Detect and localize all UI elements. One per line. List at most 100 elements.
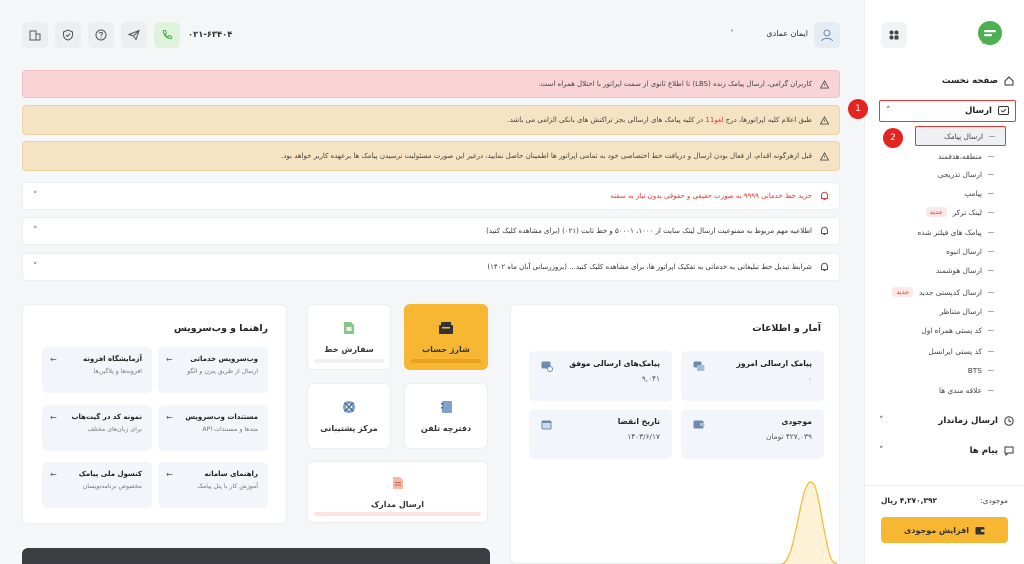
apps-grid-button[interactable] (881, 22, 907, 48)
chevron-down-icon: ˅ (879, 446, 884, 456)
sidebar-subitem[interactable]: لینک ترکر جدید (879, 204, 994, 220)
sidebar-subitem-label: ارسال کدپستی جدید (919, 287, 982, 297)
chevron-down-icon: ˅ (33, 191, 38, 201)
chat-bubbles-icon (693, 361, 705, 372)
guide-item-title: کنسول ملی پیامک (78, 470, 142, 478)
tile-label: ارسال مدارک (370, 499, 425, 509)
arrow-left-icon: ← (166, 470, 173, 479)
guide-item-system-guide[interactable]: راهنمای سامانه آموزش کار با پنل پیامک ← (158, 462, 268, 508)
support-icon (342, 400, 356, 414)
sidebar-subitem-label: منطقه،هدفمند (937, 151, 982, 161)
alert-text: کاربران گرامی، ارسال پیامک زنده (LBS) تا… (538, 80, 812, 88)
new-badge: جدید (892, 287, 914, 297)
tile-charge-account[interactable]: شارژ حساب (404, 304, 488, 370)
user-icon (820, 28, 834, 42)
logo-icon[interactable] (976, 20, 1004, 48)
chat-icon (1004, 446, 1014, 456)
guide-item-desc: ارسال از طریق پترن و الگو (187, 368, 258, 375)
guide-item-title: آزمایشگاه افزونه (83, 355, 142, 363)
stats-chart-curve (780, 481, 838, 564)
topup-button[interactable]: افزایش موجودی (881, 517, 1008, 543)
nav-messages[interactable]: پیام ها ˅ (879, 440, 1014, 462)
sidebar-subitem[interactable]: منطقه،هدفمند (879, 148, 994, 164)
sidebar-subitem[interactable]: پیامک های فیلتر شده (879, 224, 994, 240)
wallet-icon (693, 419, 705, 430)
chevron-down-icon: ˅ (33, 226, 38, 236)
sidebar-subitem[interactable]: ارسال هوشمند (879, 262, 994, 278)
phone-icon (161, 29, 173, 41)
message-check-icon (541, 361, 553, 372)
security-button[interactable] (55, 22, 81, 48)
sidebar-subitem[interactable]: ارسال انبوه (879, 243, 994, 259)
arrow-left-icon: ← (50, 470, 57, 479)
new-badge: جدید (925, 207, 947, 217)
document-icon (392, 476, 404, 490)
alert-dedicated-line: قبل ازهرگونه اقدام، از فعال بودن ارسال و… (22, 141, 840, 171)
avatar[interactable] (814, 22, 840, 48)
announcement-text: شرایط تبدیل خط تبلیغاتی به خدماتی به تفک… (487, 263, 812, 271)
sidebar-subitem-label: پیامپ (964, 188, 982, 198)
sidebar-subitem[interactable]: ارسال متناظر (879, 303, 994, 319)
guide-item-github-samples[interactable]: نمونه کد در گیت‌هاب برای زبان‌های مختلف ← (42, 405, 152, 451)
nav-home[interactable]: صفحه نخست (879, 70, 1014, 92)
announcement-item[interactable]: اطلاعیه مهم مربوط به ممنوعیت ارسال لینک … (22, 217, 840, 245)
warning-icon (820, 79, 829, 89)
sidebar-subitem[interactable]: ارسال کدپستی جدید جدید (879, 284, 994, 300)
balance-label: موجودی: (980, 496, 1008, 505)
guide-item-api-docs[interactable]: مستندات وب‌سرویس متدها و مستندات API ← (158, 405, 268, 451)
arrow-left-icon: ← (166, 355, 173, 364)
tile-progress (411, 359, 481, 363)
sidebar-subitem[interactable]: کد پستی ایرانسل (879, 343, 994, 359)
sidebar-subitem[interactable]: BTS (879, 362, 994, 378)
company-button[interactable] (22, 22, 48, 48)
stat-label: پیامک‌های ارسالی موفق (569, 359, 660, 368)
sim-card-icon (343, 321, 355, 335)
sidebar-subitem-label: ارسال پیامک (944, 131, 983, 141)
user-name[interactable]: ایمان عمادی (734, 29, 808, 38)
guide-item-title: وب‌سرویس خدماتی (190, 355, 258, 363)
guide-item-desc: آموزش کار با پنل پیامک (197, 483, 258, 490)
sidebar-subitem-label: ارسال انبوه (946, 246, 982, 256)
sidebar-subitem[interactable]: علاقه مندی ها (879, 382, 994, 398)
sidebar-subitem[interactable]: ارسال تدریجی (879, 166, 994, 182)
guide-item-title: مستندات وب‌سرویس (185, 413, 258, 421)
send-icon (998, 106, 1009, 116)
guide-item-service-webservice[interactable]: وب‌سرویس خدماتی ارسال از طریق پترن و الگو… (158, 347, 268, 393)
nav-send[interactable]: ارسال ˄ (879, 100, 1016, 122)
tile-order-line[interactable]: سفارش خط (307, 304, 391, 370)
step-marker-1: 1 (848, 99, 868, 119)
top-header: ۰۲۱-۶۳۴۰۴ ˅ ایمان عمادی (0, 0, 864, 64)
help-icon (95, 29, 107, 41)
announcement-text: خرید خط خدماتی ۹۹۹۹ به صورت حقیقی و حقوق… (610, 192, 812, 200)
dark-panel (22, 548, 490, 564)
sidebar-subitem[interactable]: ارسال پیامک (915, 126, 1006, 146)
guide-item-national-console[interactable]: کنسول ملی پیامک مخصوص برنامه‌نویسان ← (42, 462, 152, 508)
tile-progress (314, 512, 481, 516)
stat-value: ۱۴۰۳/۶/۱۷ (627, 432, 660, 441)
announcement-item[interactable]: خرید خط خدماتی ۹۹۹۹ به صورت حقیقی و حقوق… (22, 182, 840, 210)
announcement-item[interactable]: شرایط تبدیل خط تبلیغاتی به خدماتی به تفک… (22, 253, 840, 281)
nav-send-label: ارسال (964, 106, 992, 116)
nav-timed-send[interactable]: ارسال زماندار ˅ (879, 410, 1014, 432)
stat-today-sent: پیامک ارسالی امروز ۰ (681, 351, 824, 401)
tile-phonebook[interactable]: دفترچه تلفن (404, 383, 488, 449)
calendar-icon (541, 419, 552, 430)
tile-support-center[interactable]: مرکز پشتیبانی (307, 383, 391, 449)
sidebar-subitem[interactable]: پیامپ (879, 185, 994, 201)
guide-item-plugin-lab[interactable]: آزمایشگاه افزونه افزونه‌ها و پلاگین‌ها ← (42, 347, 152, 393)
wallet-icon (975, 526, 985, 535)
stat-value: ۹,۰۴۱ (641, 374, 660, 383)
telegram-button[interactable] (121, 22, 147, 48)
register-icon (438, 321, 454, 335)
sidebar-subitem[interactable]: کد پستی همراه اول (879, 322, 994, 338)
tile-send-documents[interactable]: ارسال مدارک (307, 461, 488, 523)
sidebar-subitem-label: لینک ترکر (952, 207, 982, 217)
paper-plane-icon (128, 29, 140, 41)
alert-text: طبق اعلام کلیه اپراتورها، درج لغو11 در ک… (507, 116, 812, 124)
stats-card: آمار و اطلاعات پیامک ارسالی امروز ۰ پیام… (510, 304, 840, 564)
guide-title: راهنما و وب‌سرویس (174, 323, 268, 334)
help-button[interactable] (88, 22, 114, 48)
sidebar-subitem-label: کد پستی ایرانسل (928, 346, 982, 356)
support-phone[interactable]: ۰۲۱-۶۳۴۰۴ (188, 29, 232, 39)
call-button[interactable] (154, 22, 180, 48)
